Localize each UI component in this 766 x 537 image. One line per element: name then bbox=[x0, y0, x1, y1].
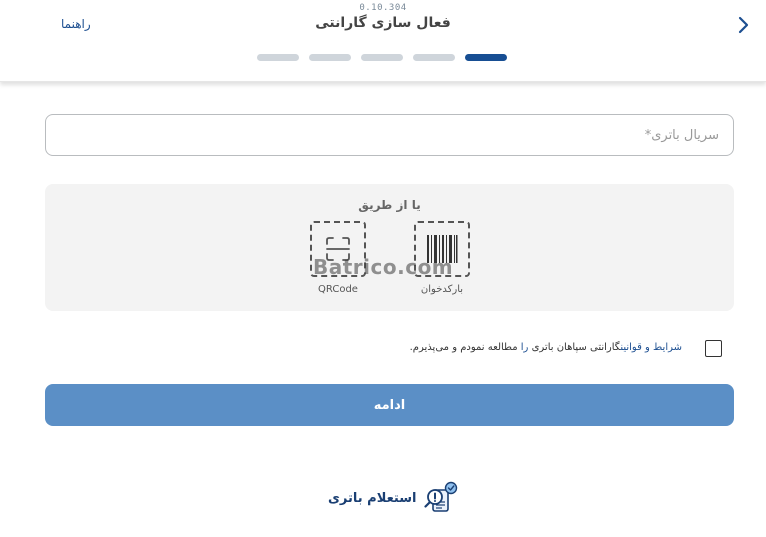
battery-inquiry-icon bbox=[424, 481, 458, 512]
qr-scan-icon bbox=[326, 237, 350, 261]
help-link[interactable]: راهنما bbox=[61, 17, 91, 31]
barcode-frame bbox=[414, 221, 470, 277]
barcode-label: بارکدخوان bbox=[420, 284, 464, 295]
qrcode-label: QRCode bbox=[318, 284, 358, 295]
step-progress bbox=[257, 54, 507, 61]
app-header: 0.10.304 فعال سازی گارانتی راهنما bbox=[0, 0, 766, 82]
terms-end: مطالعه نمودم و می‌پذیرم. bbox=[409, 342, 521, 353]
app-version: 0.10.304 bbox=[359, 3, 407, 13]
chevron-right-icon bbox=[738, 16, 749, 34]
terms-checkbox[interactable] bbox=[705, 340, 722, 357]
step-indicator bbox=[413, 54, 455, 61]
battery-inquiry-label: استعلام باتری bbox=[328, 490, 417, 506]
step-indicator bbox=[257, 54, 299, 61]
step-indicator bbox=[309, 54, 351, 61]
back-button[interactable] bbox=[733, 14, 753, 36]
battery-serial-input[interactable] bbox=[46, 115, 733, 155]
page-title: فعال سازی گارانتی bbox=[315, 15, 451, 31]
barcode-scan-button[interactable]: بارکدخوان bbox=[414, 221, 470, 295]
continue-button[interactable]: ادامه bbox=[45, 384, 734, 426]
serial-field bbox=[45, 114, 734, 156]
step-indicator bbox=[361, 54, 403, 61]
barcode-icon bbox=[427, 235, 458, 263]
qrcode-scan-button[interactable]: QRCode bbox=[310, 221, 366, 295]
scan-panel: یا از طریق QRCode بارکدخوان Batrico.com bbox=[45, 184, 734, 311]
battery-inquiry-link[interactable]: استعلام باتری bbox=[328, 481, 460, 515]
terms-text: شرایط و قوانینگارانتی سپاهان باتری را مط… bbox=[410, 342, 682, 353]
terms-row: شرایط و قوانینگارانتی سپاهان باتری را مط… bbox=[410, 338, 722, 357]
qrcode-frame bbox=[310, 221, 366, 277]
terms-link[interactable]: شرایط و قوانین bbox=[620, 342, 682, 353]
terms-middle: گارانتی سپاهان باتری bbox=[528, 342, 621, 353]
step-indicator-active bbox=[465, 54, 507, 61]
scan-or-label: یا از طریق bbox=[358, 198, 421, 212]
